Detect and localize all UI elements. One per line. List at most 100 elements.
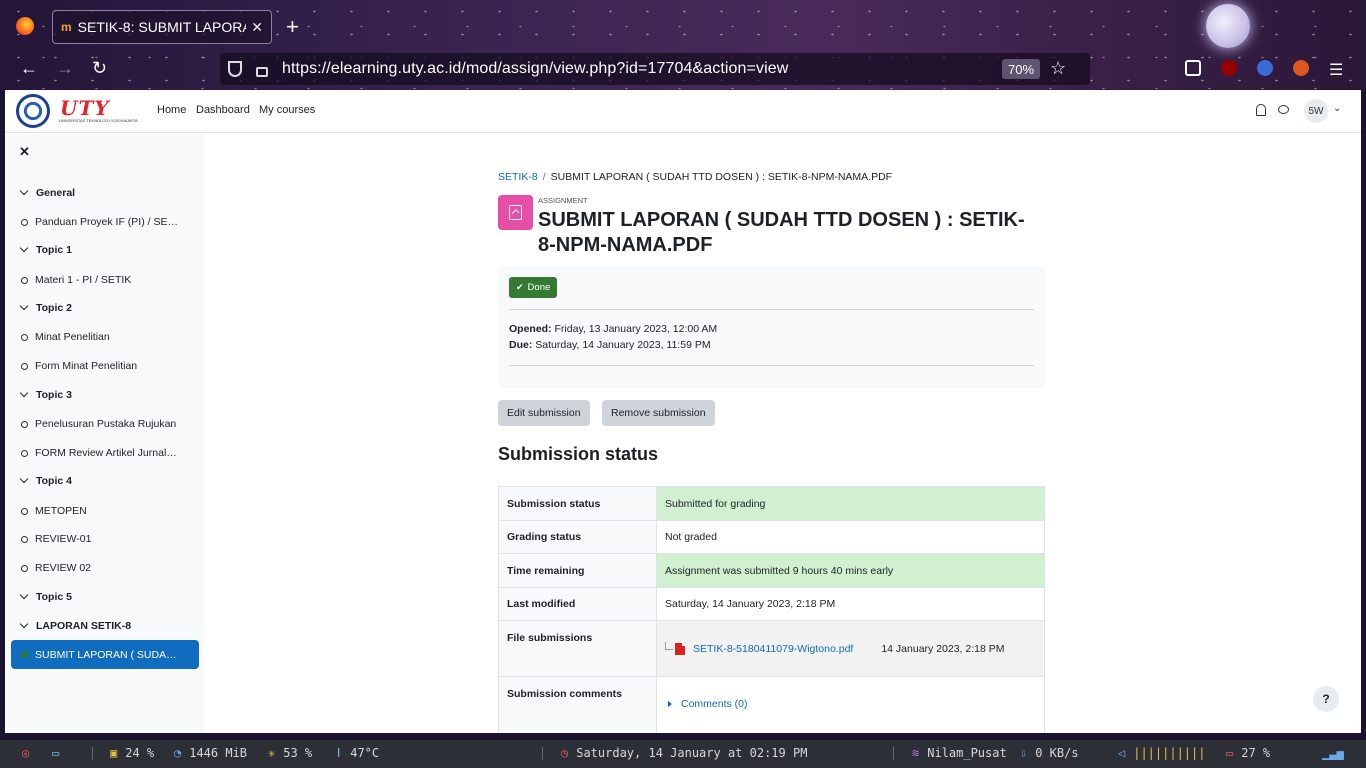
browser-tab[interactable]: m SETIK-8: SUBMIT LAPORAN ✕ [52,10,272,44]
submission-status-table: Submission status Submitted for grading … [498,486,1045,733]
table-row: Submission status Submitted for grading [498,486,1045,521]
menu-hamburger-icon[interactable]: ☰ [1329,60,1343,80]
nav-my-courses-link[interactable]: My courses [259,104,315,116]
system-taskbar: ◎ ▭ ▣ 24 % ◔ 1446 MiB ✳ 53 % ǀ 47°C ◷ Saturda… [0,740,1366,768]
chevron-down-icon[interactable] [19,474,29,484]
nav-dashboard-link[interactable]: Dashboard [196,104,250,116]
comments-toggle-link[interactable]: Comments (0) [665,698,1036,710]
tab-favicon-icon: m [61,20,72,34]
course-activity-item[interactable]: Penelusuran Pustaka Rujukan [21,418,176,430]
battery-icon: ▭ [1226,746,1234,760]
assignment-icon [498,195,533,230]
nav-home-link[interactable]: Home [157,104,186,116]
brightness-widget: ✳ 53 % [268,746,313,760]
site-navbar: UTY UNIVERSITAS TEKNOLOGI YOGYAKARTA Hom… [5,90,1361,133]
uty-logo[interactable]: UTY [60,96,110,120]
incomplete-circle-icon [21,564,28,572]
divider [509,365,1034,366]
clock-widget[interactable]: ◷ Saturday, 14 January at 02:19 PM [561,746,807,760]
new-tab-button[interactable]: + [286,14,299,40]
incomplete-circle-icon [21,362,28,370]
memory-widget: ◔ 1446 MiB [174,746,248,760]
thermometer-icon: ǀ [335,746,343,760]
forward-button[interactable]: → [56,58,74,79]
chevron-down-icon[interactable] [19,388,29,398]
course-activity-item[interactable]: METOPEN [21,505,87,517]
brightness-icon: ✳ [268,746,276,760]
section-general[interactable]: General [19,186,75,199]
row-label: File submissions [498,620,657,677]
chevron-down-icon[interactable] [19,301,29,311]
incomplete-circle-icon [21,218,28,226]
zoom-indicator[interactable]: 70% [1002,59,1040,79]
table-row: Submission comments Comments (0) [498,676,1045,733]
course-activity-item[interactable]: Materi 1 - PI / SETIK [21,274,131,286]
table-row: Grading status Not graded [498,520,1045,554]
user-avatar[interactable]: 5W [1304,99,1328,123]
course-activity-item[interactable]: Form Minat Penelitian [21,360,137,372]
browser-toolbar: m SETIK-8: SUBMIT LAPORAN ✕ + ← → ↻ http… [0,0,1366,90]
section-topic-2[interactable]: Topic 2 [19,301,72,314]
chevron-down-icon[interactable] [19,186,29,196]
course-activity-item[interactable]: FORM Review Artikel Jurnal… [21,447,177,459]
course-activity-item-active[interactable]: SUBMIT LAPORAN ( SUDA… [11,640,199,669]
messages-icon[interactable] [1278,105,1289,114]
chevron-down-icon[interactable] [19,243,29,253]
university-seal-logo[interactable] [16,94,50,128]
complete-circle-icon [21,651,28,658]
chevron-down-icon[interactable] [19,619,29,629]
ublock-icon[interactable] [1221,60,1237,76]
upload-document-icon [509,205,522,220]
divider [509,309,1034,310]
tree-branch-icon [665,641,673,650]
lock-icon[interactable] [256,67,268,77]
help-button[interactable]: ? [1313,686,1339,712]
memory-pie-icon: ◔ [174,746,182,760]
tracking-protection-icon[interactable] [228,61,242,77]
chrome-launcher-icon[interactable]: ◎ [22,746,29,760]
section-topic-1[interactable]: Topic 1 [19,243,72,256]
battery-widget: ▭ 27 % [1226,746,1271,760]
firefox-icon[interactable] [16,17,34,35]
breadcrumb-course-link[interactable]: SETIK-8 [498,171,538,183]
folder-icon[interactable]: ▭ [52,746,59,760]
back-button[interactable]: ← [20,58,38,79]
divider [92,747,93,760]
section-laporan-setik-8[interactable]: LAPORAN SETIK-8 [19,619,131,632]
section-topic-4[interactable]: Topic 4 [19,474,72,487]
edit-submission-button[interactable]: Edit submission [498,400,590,426]
breadcrumb: SETIK-8 / SUBMIT LAPORAN ( SUDAH TTD DOSEN… [498,171,892,183]
course-activity-item[interactable]: REVIEW-01 [21,533,91,545]
course-activity-item[interactable]: Minat Penelitian [21,331,110,343]
breadcrumb-separator: / [542,171,546,183]
volume-widget[interactable]: ◁ |||||||||| [1118,746,1205,760]
uty-logo-subtitle: UNIVERSITAS TEKNOLOGI YOGYAKARTA [59,118,138,123]
tab-title: SETIK-8: SUBMIT LAPORAN [77,19,246,35]
tab-close-icon[interactable]: ✕ [251,19,263,36]
course-activity-item[interactable]: REVIEW 02 [21,562,91,574]
close-drawer-icon[interactable]: ✕ [19,144,30,160]
incomplete-circle-icon [21,449,28,457]
time-remaining-value: Assignment was submitted 9 hours 40 mins… [656,553,1045,588]
section-topic-3[interactable]: Topic 3 [19,388,72,401]
remove-submission-button[interactable]: Remove submission [602,400,715,426]
extension-fox-icon[interactable] [1293,60,1309,76]
course-activity-item[interactable]: Panduan Proyek IF (PI) / SE… [21,216,178,228]
table-row: File submissions SETIK-8-5180411079-Wigt… [498,620,1045,677]
cpu-icon: ▣ [110,746,118,760]
address-bar[interactable]: https://elearning.uty.ac.id/mod/assign/v… [220,53,1090,85]
wifi-widget[interactable]: ≋ Nilam_Pusat [912,746,1007,760]
chevron-down-icon[interactable] [19,590,29,600]
incomplete-circle-icon [21,276,28,284]
pocket-icon[interactable] [1185,60,1201,76]
submission-status-heading: Submission status [498,444,659,464]
divider [542,747,543,760]
reload-button[interactable]: ↻ [92,58,107,79]
bookmark-star-icon[interactable]: ☆ [1050,58,1066,79]
user-menu-caret-icon[interactable]: ⌄ [1333,103,1341,114]
signal-bars-icon[interactable]: ▁▃▅ [1322,746,1344,760]
notifications-bell-icon[interactable] [1256,104,1266,116]
section-topic-5[interactable]: Topic 5 [19,590,72,603]
extension-icon[interactable] [1257,60,1273,76]
submitted-file-link[interactable]: SETIK-8-5180411079-Wigtono.pdf [693,643,853,655]
